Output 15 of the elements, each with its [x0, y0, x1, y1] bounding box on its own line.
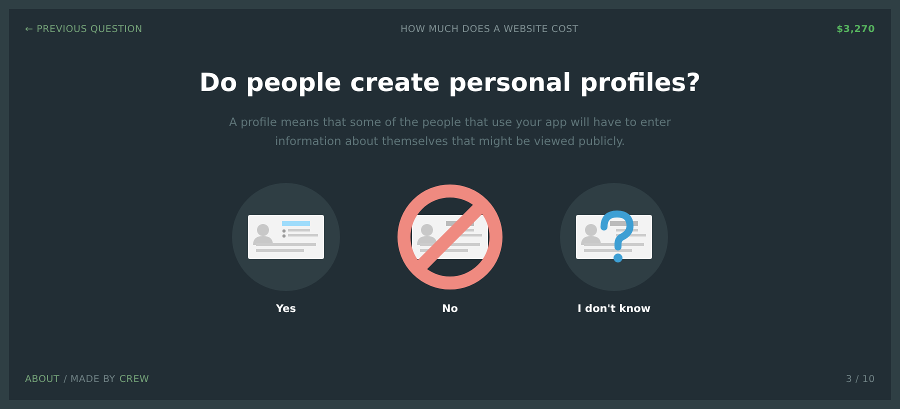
profile-card-icon [232, 183, 340, 291]
answer-option[interactable]: I don't know [560, 183, 668, 315]
made-by-text: / MADE BY [64, 374, 116, 384]
question-description: A profile means that some of the people that use your app will have to enter information about themselves that might be viewed publicly. [228, 114, 672, 150]
profile-card-question-icon [560, 183, 668, 291]
profile-card-crossed-icon [396, 183, 504, 291]
total-cost: $3,270 [836, 24, 875, 34]
crew-link[interactable]: CREW [119, 374, 150, 384]
answer-option[interactable]: No [396, 183, 504, 315]
previous-question-link[interactable]: ← PREVIOUS QUESTION [25, 24, 142, 34]
answer-option[interactable]: Yes [232, 183, 340, 315]
question-title: Do people create personal profiles? [199, 68, 701, 97]
about-link[interactable]: ABOUT [25, 374, 60, 384]
progress-counter: 3 / 10 [846, 374, 875, 384]
site-title: HOW MUCH DOES A WEBSITE COST [400, 24, 579, 34]
